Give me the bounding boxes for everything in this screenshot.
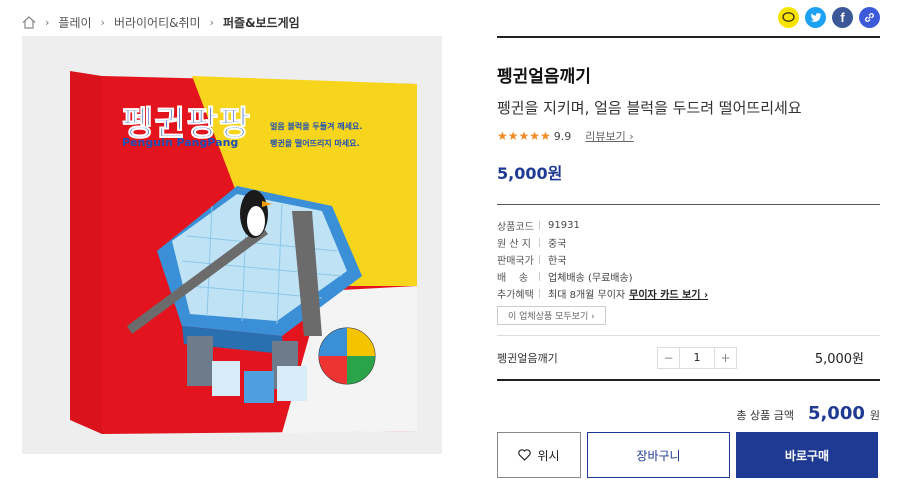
wish-label: 위시 [537,448,560,463]
spec-value: 최대 8개월 무이자 [548,290,626,301]
spec-row: 추가혜택 최대 8개월 무이자 무이자 카드 보기 › [497,285,880,302]
kakaotalk-icon[interactable] [778,7,799,28]
box-text: 펭귄을 떨어뜨리지 마세요. [270,139,360,148]
chevron-right-icon: › [45,15,50,29]
minus-button[interactable]: − [658,348,679,368]
rating: ★★★★★ 9.9 리뷰보기 › [497,128,880,144]
option-name: 펭귄얼음깨기 [497,351,558,365]
total-value: 5,000 [807,403,865,424]
total-price: 총 상품 금액 5,000 원 [497,403,880,424]
divider [497,204,880,205]
review-link[interactable]: 리뷰보기 › [585,128,633,144]
breadcrumb: › 플레이 › 버라이어티&취미 › 퍼즐&보드게임 [22,12,300,32]
option-row: 펭귄얼음깨기 − 1 + 5,000원 [497,335,880,381]
buy-now-button[interactable]: 바로구매 [736,432,878,478]
spec-label: 원 산 지 [497,239,531,250]
wish-button[interactable]: 위시 [497,432,581,478]
breadcrumb-current[interactable]: 퍼즐&보드게임 [223,14,300,31]
product-subtitle: 펭귄을 지키며, 얼음 블럭을 두드려 떨어뜨리세요 [497,99,802,117]
option-price: 5,000원 [814,352,864,367]
breadcrumb-item[interactable]: 플레이 [58,14,91,31]
product-price: 5,000원 [497,164,563,183]
top-divider [497,36,880,38]
twitter-icon[interactable] [805,7,826,28]
spec-label: 판매국가 [497,256,534,267]
spec-value: 91931 [548,220,580,231]
breadcrumb-item[interactable]: 버라이어티&취미 [114,14,201,31]
spec-row: 판매국가 한국 [497,251,880,268]
box-text: 얼음 블럭을 두들겨 깨세요. [270,122,363,131]
spec-row: 배 송 업체배송 (무료배송) [497,268,880,285]
total-unit: 원 [869,409,880,422]
share-buttons: f [778,7,880,28]
plus-button[interactable]: + [715,348,736,368]
chevron-right-icon: › [100,15,105,29]
spec-value: 중국 [548,239,567,250]
heart-icon [518,449,532,461]
home-icon[interactable] [22,15,36,29]
spec-row: 상품코드 91931 [497,217,880,234]
star-rating-icon: ★★★★★ [497,129,551,143]
seller-products-button[interactable]: 이 업체상품 모두보기 › [497,306,606,325]
spec-label: 추가혜택 [497,290,534,301]
chevron-right-icon: › [209,15,214,29]
product-info: 펭귄얼음깨기 펭귄을 지키며, 얼음 블럭을 두드려 떨어뜨리세요 ★★★★★ … [497,36,880,424]
total-label: 총 상품 금액 [736,409,794,422]
spec-value: 한국 [548,256,567,267]
facebook-icon[interactable]: f [832,7,853,28]
spec-row: 원 산 지 중국 [497,234,880,251]
cart-button[interactable]: 장바구니 [587,432,730,478]
spec-list: 상품코드 91931 원 산 지 중국 판매국가 한국 배 송 업체배송 (무료… [497,217,880,325]
quantity-input[interactable]: 1 [679,347,715,368]
box-title-en: Penguin PangPang [122,136,239,149]
quantity-stepper: − 1 + [657,346,737,369]
link-icon[interactable] [859,7,880,28]
spec-value: 업체배송 (무료배송) [548,273,633,284]
spec-label: 배 송 [497,273,529,284]
card-benefit-link[interactable]: 무이자 카드 보기 › [629,286,708,301]
spec-label: 상품코드 [497,222,534,233]
product-title: 펭귄얼음깨기 [497,67,591,87]
purchase-actions: 위시 장바구니 바로구매 [497,432,880,478]
product-image: 펭귄팡팡 Penguin PangPang 얼음 블럭을 두들겨 깨세요. 펭귄… [22,36,442,454]
rating-score: 9.9 [553,129,572,143]
